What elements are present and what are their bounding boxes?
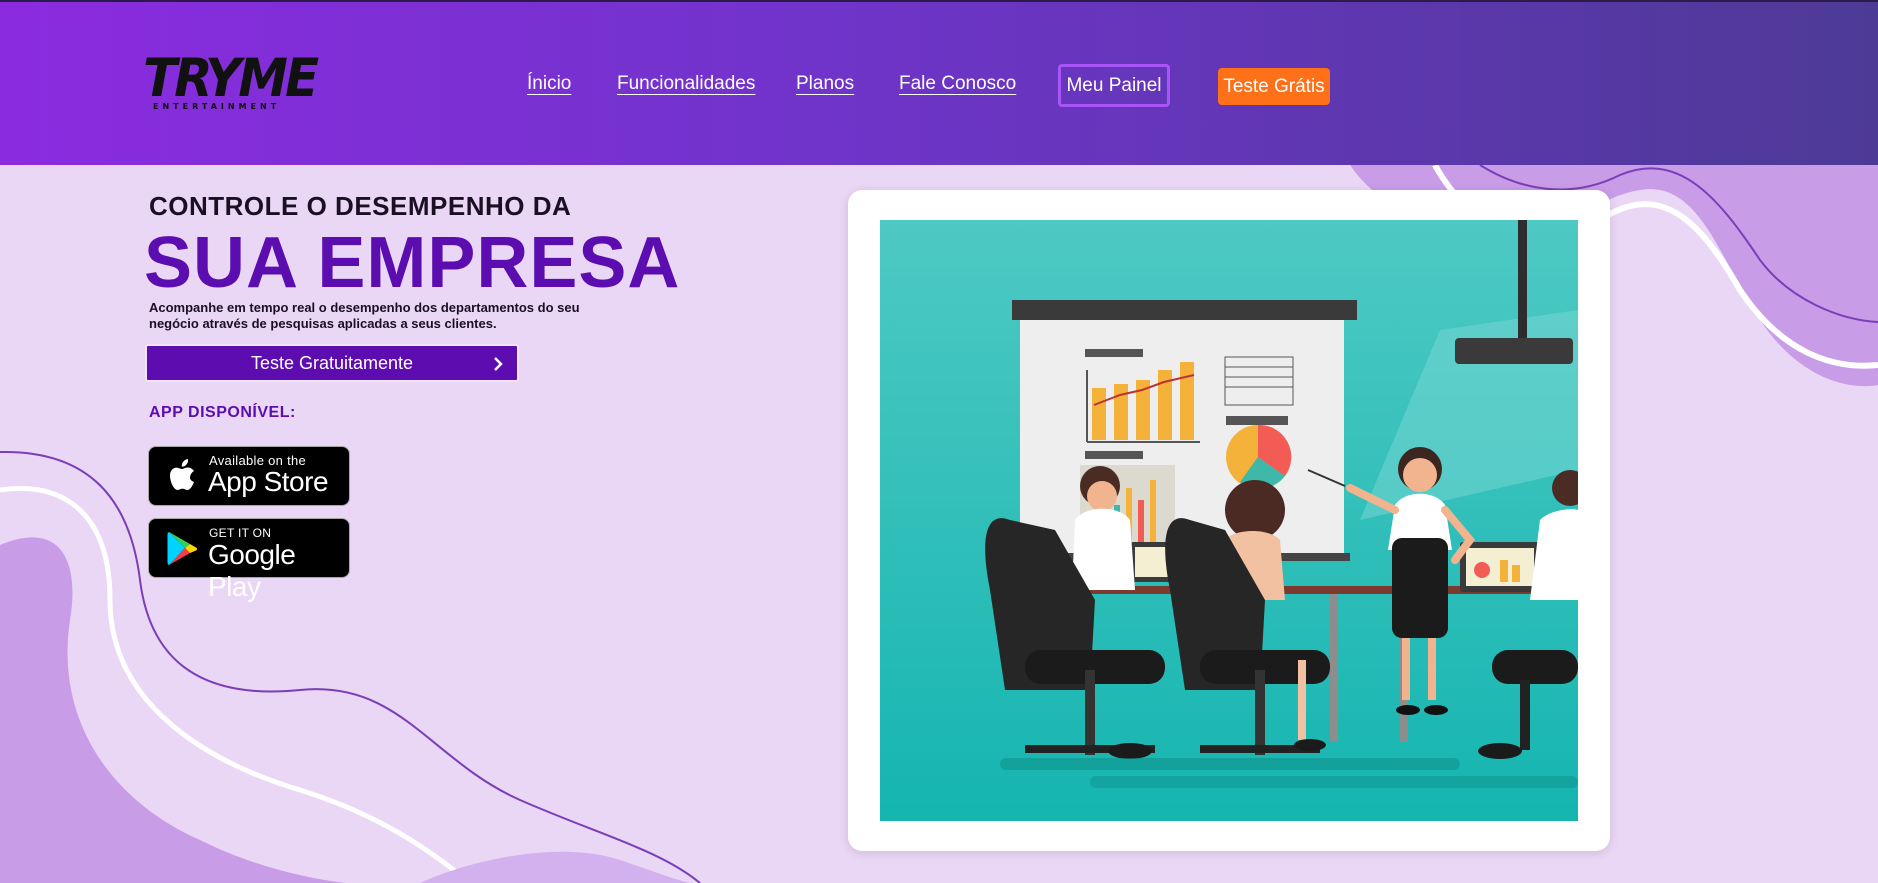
tryme-logo[interactable]: TRYME ENTERTAINMENT [143, 47, 319, 114]
play-store-icon [167, 532, 198, 565]
hero-kicker: CONTROLE O DESEMPENHO DA [149, 191, 572, 221]
appstore-big-text: App Store [208, 466, 329, 497]
app-store-badge[interactable]: Available on the App Store [148, 446, 350, 506]
teste-gratuitamente-button[interactable]: Teste Gratuitamente [145, 344, 519, 382]
nav-link-inicio[interactable]: Ínicio [527, 73, 571, 95]
hero-description: Acompanhe em tempo real o desempenho dos… [149, 300, 580, 331]
nav-link-fale-conosco[interactable]: Fale Conosco [899, 73, 1016, 95]
logo-wordmark: TRYME [143, 47, 319, 109]
googleplay-small-text: GET IT ON [209, 526, 272, 540]
apple-icon [170, 459, 194, 490]
hero-title: SUA EMPRESA [144, 223, 681, 303]
teste-gratis-button[interactable]: Teste Grátis [1218, 68, 1330, 105]
top-navbar: TRYME ENTERTAINMENT Ínicio Funcionalidad… [0, 0, 1878, 165]
hero-illustration-card [848, 190, 1610, 851]
app-available-label: APP DISPONÍVEL: [149, 404, 296, 421]
google-play-badge[interactable]: GET IT ON Google Play [148, 518, 350, 602]
chevron-right-icon [494, 357, 503, 371]
nav-link-funcionalidades[interactable]: Funcionalidades [617, 73, 755, 95]
cta-label: Teste Gratuitamente [250, 352, 414, 373]
business-meeting-illustration [880, 220, 1578, 821]
nav-link-planos[interactable]: Planos [796, 73, 854, 95]
meu-painel-button[interactable]: Meu Painel [1058, 64, 1170, 107]
googleplay-big-text: Google Play [208, 539, 296, 602]
